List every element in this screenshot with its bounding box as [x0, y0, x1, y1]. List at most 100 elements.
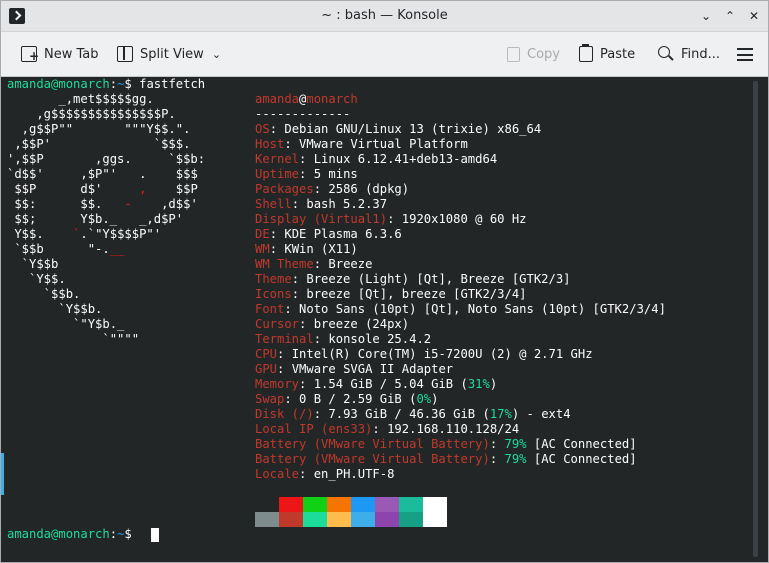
find-label: Find...: [681, 46, 721, 62]
paste-button[interactable]: Paste: [579, 41, 635, 67]
prompt-user-host: amanda@monarch: [7, 77, 110, 91]
memory-tail: ): [489, 377, 498, 391]
locale-row: Locale: en_PH.UTF-8: [255, 467, 395, 481]
new-tab-button[interactable]: New Tab: [21, 41, 99, 67]
info-row: WM Theme: Breeze: [255, 257, 372, 272]
info-row: Packages: 2586 (dpkg): [255, 182, 409, 197]
scrollbar[interactable]: [753, 81, 758, 557]
info-sep: :: [313, 257, 329, 271]
chevron-down-icon: ⌄: [211, 47, 222, 61]
info-row: OS: Debian GNU/Linux 13 (trixie) x86_64: [255, 122, 541, 137]
copy-button[interactable]: Copy: [505, 41, 560, 67]
logo-line: _,met$$$$$gg.: [7, 92, 154, 106]
local-ip-row: Local IP (ens33): 192.168.110.128/24: [255, 422, 520, 436]
logo-line: Y$$. `.`"Y$$$$P"': [7, 227, 162, 241]
logo-line: ,$$P' `$$$.: [7, 137, 191, 151]
color-swatch: [327, 497, 351, 512]
locale-value: en_PH.UTF-8: [313, 467, 395, 481]
paste-icon: [579, 44, 593, 62]
info-key: Cursor: [255, 317, 300, 331]
battery-key: Battery (VMware Virtual Battery): [255, 452, 490, 466]
info-row: Shell: bash 5.2.37: [255, 197, 387, 212]
color-swatch: [351, 512, 375, 527]
info-value: Breeze: [328, 257, 373, 271]
color-swatch: [255, 497, 279, 512]
split-view-button[interactable]: Split View ⌄: [117, 41, 221, 67]
info-row: Host: VMware Virtual Platform: [255, 137, 468, 152]
logo-line: `Y$$b: [7, 257, 59, 271]
memory-pct: 31%: [467, 377, 490, 391]
info-key: Shell: [255, 197, 292, 211]
swap-value: 0 B / 2.59 GiB (: [299, 392, 417, 406]
color-swatch: [423, 497, 447, 512]
info-sep: :: [277, 362, 292, 376]
info-value: KWin (X11): [284, 242, 358, 256]
swap-key: Swap: [255, 392, 285, 406]
prompt-sep: :: [109, 77, 118, 91]
new-tab-icon: [21, 46, 39, 62]
close-icon[interactable]: ✕: [745, 7, 763, 25]
disk-tail: ) - ext4: [511, 407, 571, 421]
info-key: WM Theme: [255, 257, 314, 271]
logo-line: `d$$' ,$P"' . $$$: [7, 167, 198, 181]
logo-line: ,g$$$$$$$$$$$$$$$P.: [7, 107, 176, 121]
color-swatch: [351, 497, 375, 512]
memory-key: Memory: [255, 377, 300, 391]
info-row: Icons: breeze [Qt], breeze [GTK2/3/4]: [255, 287, 527, 302]
info-key: Uptime: [255, 167, 300, 181]
memory-value: 1.54 GiB / 5.04 GiB (: [313, 377, 468, 391]
konsole-window: ~ : bash — Konsole ⌄ ⌃ ✕ New Tab Split V…: [0, 0, 769, 563]
info-key: Terminal: [255, 332, 314, 346]
prompt-user-host: amanda@monarch: [7, 527, 110, 541]
info-key: Host: [255, 137, 285, 151]
prompt-sep: :: [109, 527, 118, 541]
prompt-sigil: $: [124, 77, 132, 91]
hamburger-menu-icon[interactable]: [737, 48, 753, 61]
info-row: Terminal: konsole 25.4.2: [255, 332, 431, 347]
info-sep: :: [313, 332, 329, 346]
info-host: monarch: [306, 92, 358, 106]
local-ip-value: 192.168.110.128/24: [387, 422, 520, 436]
copy-icon: [507, 46, 520, 62]
color-swatch: [327, 512, 351, 527]
battery-row: Battery (VMware Virtual Battery): 79% [A…: [255, 452, 637, 466]
logo-line: $$P d$' , $$P: [7, 182, 198, 196]
maximize-icon[interactable]: ⌃: [721, 7, 739, 25]
info-key: Font: [255, 302, 285, 316]
info-value: Breeze (Light) [Qt], Breeze [GTK2/3]: [306, 272, 571, 286]
split-view-icon: [117, 46, 133, 62]
terminal-view[interactable]: amanda@monarch:~$ fastfetch _,met$$$$$gg…: [1, 77, 768, 562]
info-key: DE: [255, 227, 270, 241]
color-swatch: [399, 497, 423, 512]
title-bar[interactable]: ~ : bash — Konsole ⌄ ⌃ ✕: [1, 1, 768, 32]
info-value: Debian GNU/Linux 13 (trixie) x86_64: [284, 122, 542, 136]
color-swatch: [303, 497, 327, 512]
info-value: breeze (24px): [313, 317, 410, 331]
info-sep: :: [313, 182, 329, 196]
info-key: OS: [255, 122, 270, 136]
window-title: ~ : bash — Konsole: [321, 8, 448, 23]
logo-line: ',$$P ,ggs. `$$b:: [7, 152, 206, 166]
info-sep: :: [291, 287, 307, 301]
color-swatch: [279, 512, 303, 527]
info-key: CPU: [255, 347, 278, 361]
info-value: KDE Plasma 6.3.6: [284, 227, 402, 241]
color-swatch: [375, 497, 399, 512]
info-value: 5 mins: [313, 167, 358, 181]
logo-line: $$: $$. - ,d$$': [7, 197, 198, 211]
info-header: amanda@monarch: [255, 92, 358, 107]
minimize-icon[interactable]: ⌄: [697, 7, 715, 25]
logo-line: `"Y$b._: [7, 317, 125, 331]
find-button[interactable]: Find...: [658, 41, 720, 67]
battery-status: [AC Connected]: [526, 437, 637, 451]
info-row: Cursor: breeze (24px): [255, 317, 409, 332]
info-row: Uptime: 5 mins: [255, 167, 358, 182]
logo-line: `"""": [7, 332, 140, 346]
battery-row: Battery (VMware Virtual Battery): 79% [A…: [255, 437, 637, 451]
toolbar: New Tab Split View ⌄ Copy Paste Find...: [1, 32, 768, 77]
info-key: Packages: [255, 182, 314, 196]
swap-row: Swap: 0 B / 2.59 GiB (0%): [255, 392, 439, 406]
disk-pct: 17%: [489, 407, 512, 421]
prompt-line: amanda@monarch:~$: [7, 527, 132, 542]
color-swatch: [423, 512, 447, 527]
